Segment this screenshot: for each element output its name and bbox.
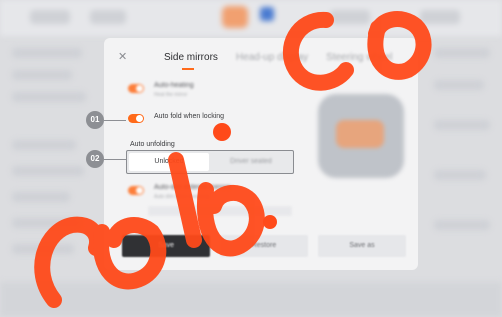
auto-unfolding-title: Auto unfolding [130, 141, 175, 148]
side-mirrors-dialog: ✕ Side mirrors Head-up display Steering … [104, 38, 418, 270]
callout-02-line [104, 159, 126, 160]
bottom-bar [0, 282, 502, 317]
auto-heating-label: Auto-heating [154, 82, 194, 89]
option-driver-seated[interactable]: Driver seated [211, 153, 291, 171]
badge-icon [260, 7, 274, 21]
tab-bar: Side mirrors Head-up display Steering wh… [164, 52, 392, 70]
callout-02: 02 [86, 150, 104, 168]
auto-dim-setting[interactable]: Auto-dim exterior mirrors Auto dim when … [128, 184, 298, 218]
auto-dim-hint: Auto dim when reversing [154, 194, 210, 200]
restore-button[interactable]: Restore [220, 235, 308, 257]
top-bar [0, 0, 502, 36]
close-icon[interactable]: ✕ [118, 50, 127, 63]
save-button[interactable]: Save [122, 235, 210, 257]
save-as-button[interactable]: Save as [318, 235, 406, 257]
auto-heating-toggle[interactable] [128, 84, 144, 93]
auto-heating-hint: Heat the mirror [154, 92, 188, 98]
auto-dim-label: Auto-dim exterior mirrors [154, 184, 232, 191]
button-row: Save Restore Save as [120, 235, 406, 261]
auto-fold-toggle[interactable] [128, 114, 144, 123]
mirror-preview-image [308, 78, 412, 208]
auto-dim-toggle[interactable] [128, 186, 144, 195]
callout-01: 01 [86, 111, 104, 129]
auto-fold-label: Auto fold when locking [154, 113, 225, 120]
tab-head-up-display[interactable]: Head-up display [236, 52, 308, 63]
app-icon [222, 6, 248, 28]
callout-01-line [104, 120, 126, 121]
tab-steering-wheel[interactable]: Steering wheel [326, 52, 392, 63]
tab-side-mirrors[interactable]: Side mirrors [164, 52, 218, 70]
auto-heating-setting[interactable]: Auto-heating Heat the mirror [128, 82, 298, 106]
option-unlocked[interactable]: Unlocked [129, 153, 209, 171]
auto-unfolding-selector[interactable]: Unlocked Driver seated [126, 150, 294, 174]
